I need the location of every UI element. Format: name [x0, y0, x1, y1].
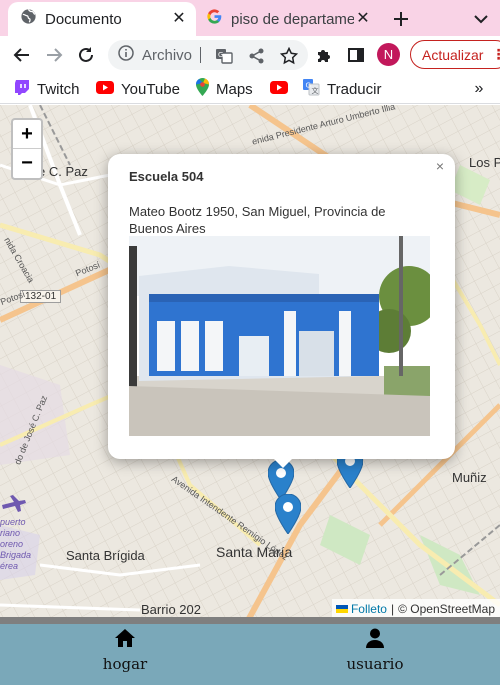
zoom-in-button[interactable]: + — [13, 120, 41, 149]
tab-documento[interactable]: Documento ✕ — [8, 2, 196, 36]
bookmark-twitch[interactable]: Twitch — [14, 78, 80, 100]
map-attribution: Folleto | © OpenStreetMap — [331, 599, 500, 617]
youtube-icon — [96, 80, 114, 98]
side-panel-icon[interactable] — [342, 41, 370, 69]
back-arrow-icon[interactable] — [8, 41, 36, 69]
close-tab-icon[interactable]: ✕ — [170, 10, 188, 28]
tab-strip: Documento ✕ piso de departame ✕ — [0, 0, 500, 36]
chevron-down-icon[interactable] — [470, 8, 492, 30]
nav-item-hogar[interactable]: hogar — [75, 628, 175, 673]
map-marker-icon[interactable] — [274, 493, 302, 535]
svg-text:G: G — [306, 82, 311, 90]
tab-piso-de-departamento[interactable]: piso de departame ✕ — [200, 2, 380, 36]
map-label-los-polvorines: Los P — [469, 155, 500, 170]
bottom-nav-divider — [0, 617, 500, 624]
nav-label-usuario: usuario — [346, 655, 404, 673]
zoom-out-button[interactable]: − — [13, 149, 41, 178]
attribution-separator: | — [390, 601, 395, 616]
svg-text:G: G — [218, 51, 223, 59]
nav-label-hogar: hogar — [102, 655, 148, 673]
maps-icon — [195, 78, 209, 100]
bookmark-label: Maps — [216, 80, 253, 98]
new-tab-plus-icon[interactable] — [388, 6, 414, 32]
chevron-double-right-icon[interactable]: » — [470, 80, 488, 98]
svg-text:文: 文 — [312, 86, 319, 95]
popup-title: Escuela 504 — [129, 169, 204, 184]
forward-arrow-icon[interactable] — [40, 41, 68, 69]
tab-title: Documento — [45, 10, 122, 28]
map-viewport[interactable]: e C. Paz Los P Muñiz Santa Brígida Santa… — [0, 105, 500, 617]
popup-tip — [270, 455, 296, 468]
bottom-nav: hogar usuario — [0, 624, 500, 685]
google-icon — [206, 8, 223, 30]
popup-address: Mateo Bootz 1950, San Miguel, Provincia … — [129, 204, 386, 236]
map-label-santa-brigida: Santa Brígida — [66, 548, 145, 563]
tab-title: piso de departame — [231, 10, 354, 28]
zoom-control: + − — [11, 118, 43, 180]
bookmark-label: Traducir — [327, 80, 382, 98]
address-bar[interactable]: Archivo — [108, 40, 308, 70]
update-button[interactable]: Actualizar ⋮ — [410, 40, 500, 69]
reload-icon[interactable] — [72, 41, 100, 69]
browser-toolbar: Archivo G N Actualizar ⋮ — [0, 36, 500, 74]
map-label-barrio-202: Barrio 202 — [141, 602, 201, 617]
bookmark-label: Twitch — [37, 80, 80, 98]
share-icon[interactable] — [247, 46, 267, 66]
youtube-icon — [270, 80, 288, 98]
bookmark-youtube[interactable]: YouTube — [96, 78, 180, 100]
map-popup: × Escuela 504 Mateo Bootz 1950, San Migu… — [108, 154, 455, 459]
map-label-muniz: Muñiz — [452, 470, 487, 485]
bookmark-maps[interactable]: Maps — [195, 78, 253, 100]
map-label-jose-c-paz: e C. Paz — [38, 164, 88, 179]
close-icon[interactable]: × — [432, 158, 448, 174]
translate-page-icon[interactable]: G — [214, 46, 234, 66]
bookmark-traducir[interactable]: G文 Traducir — [302, 78, 381, 100]
bookmarks-bar: Twitch YouTube Maps G文 Traducir » — [0, 74, 500, 104]
bookmark-star-icon[interactable] — [279, 46, 299, 66]
home-icon — [114, 628, 136, 653]
user-icon — [365, 628, 385, 653]
bookmark-youtube-2[interactable] — [270, 78, 295, 100]
map-label-airport: puerto riano oreno Brigada érea — [0, 517, 32, 571]
ukraine-flag-icon — [335, 604, 348, 613]
info-icon[interactable] — [118, 44, 134, 66]
osm-credit[interactable]: © OpenStreetMap — [398, 602, 495, 616]
nav-item-usuario[interactable]: usuario — [325, 628, 425, 673]
leaflet-link[interactable]: Folleto — [351, 602, 387, 616]
bookmark-label: YouTube — [121, 80, 180, 98]
more-vert-icon[interactable]: ⋮ — [491, 46, 500, 63]
school-photo — [129, 236, 430, 436]
translate-icon: G文 — [302, 78, 320, 100]
update-label: Actualizar — [422, 46, 484, 63]
close-tab-icon[interactable]: ✕ — [354, 10, 372, 28]
url-text: Archivo — [142, 46, 193, 64]
globe-icon — [20, 8, 37, 30]
twitch-icon — [14, 79, 30, 100]
omnibox-divider — [200, 47, 202, 63]
extensions-puzzle-icon[interactable] — [310, 41, 338, 69]
profile-avatar[interactable]: N — [377, 43, 400, 66]
